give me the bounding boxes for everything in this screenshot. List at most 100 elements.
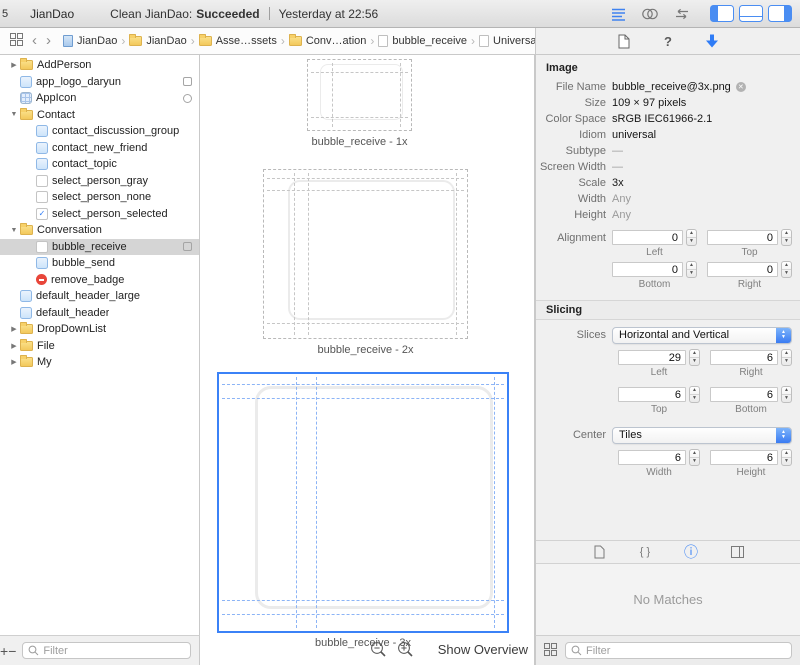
breadcrumb-item-universal-3x[interactable]: Universal 3x [479, 35, 535, 47]
breadcrumb-item-jiandao[interactable]: JianDao [63, 35, 117, 47]
field-row-file-name: File Name bubble_receive@3x.png ✕ [536, 79, 800, 94]
sidebar-item-default_header_large[interactable]: default_header_large [0, 288, 199, 305]
remove-asset-button[interactable]: − [8, 643, 16, 659]
status-time: Yesterday at 22:56 [278, 6, 379, 21]
show-overview-button[interactable]: Show Overview [438, 642, 528, 657]
breadcrumb-item-asse-ssets[interactable]: Asse…ssets [198, 34, 277, 47]
asset-slot-3x-selected[interactable]: bubble_receive - 3x [217, 372, 509, 649]
center-popup[interactable]: Tiles ▲ ▼ [612, 426, 792, 444]
version-editor-icon[interactable] [672, 6, 692, 22]
remove-filename-icon[interactable]: ✕ [735, 81, 746, 92]
library-filter-field[interactable] [565, 642, 792, 659]
add-asset-button[interactable]: + [0, 643, 8, 659]
sidebar-item-Contact[interactable]: ▼ Contact [0, 107, 199, 124]
slice-left-stepper[interactable]: ▲ ▼ [689, 349, 700, 366]
slice-left-cell: 29 ▲ ▼ Left [618, 349, 700, 383]
sidebar-item-AddPerson[interactable]: ▶ AddPerson [0, 57, 199, 74]
alignment-bottom-stepper[interactable]: ▲ ▼ [686, 261, 697, 278]
object-library-icon[interactable] [729, 544, 745, 560]
attributes-inspector-icon[interactable] [704, 33, 720, 49]
toggle-debug-button[interactable] [739, 5, 763, 22]
asset-editor-canvas[interactable]: bubble_receive - 1x bubble_receive - 2x … [200, 55, 535, 665]
sidebar-item-select_person_none[interactable]: select_person_none [0, 189, 199, 206]
library-tab-bar: { } ⓘ [536, 540, 800, 564]
status-result: Succeeded [196, 6, 260, 21]
sidebar-item-bubble_receive[interactable]: bubble_receive [0, 238, 199, 255]
disclosure-expanded-icon[interactable]: ▼ [8, 227, 20, 234]
alignment-top-field[interactable]: 0 [707, 230, 778, 245]
file-template-library-icon[interactable] [591, 544, 607, 560]
sidebar-item-My[interactable]: ▶ My [0, 354, 199, 371]
stepper-down-icon: ▼ [689, 269, 694, 276]
disclosure-collapsed-icon[interactable]: ▶ [8, 325, 20, 333]
sidebar-item-select_person_gray[interactable]: select_person_gray [0, 173, 199, 190]
disclosure-collapsed-icon[interactable]: ▶ [8, 61, 20, 69]
sidebar-item-DropDownList[interactable]: ▶ DropDownList [0, 321, 199, 338]
sidebar-item-remove_badge[interactable]: remove_badge [0, 272, 199, 289]
alignment-right-field[interactable]: 0 [707, 262, 778, 277]
disclosure-collapsed-icon[interactable]: ▶ [8, 358, 20, 366]
field-caption: Right [739, 367, 763, 378]
project-icon [63, 35, 73, 47]
zoom-in-button[interactable] [397, 641, 414, 658]
alignment-bottom-field[interactable]: 0 [612, 262, 683, 277]
quick-help-inspector-icon[interactable]: ? [660, 33, 676, 49]
slices-popup[interactable]: Horizontal and Vertical ▲ ▼ [612, 326, 792, 344]
center-height-stepper[interactable]: ▲ ▼ [781, 449, 792, 466]
assistant-editor-icon[interactable] [640, 6, 660, 22]
sidebar-item-default_header[interactable]: default_header [0, 305, 199, 322]
slice-top-field[interactable]: 6 [618, 387, 686, 402]
slice-top-stepper[interactable]: ▲ ▼ [689, 386, 700, 403]
standard-editor-icon[interactable] [608, 6, 628, 22]
image-asset-icon [36, 257, 48, 270]
breadcrumb-item-bubble_receive[interactable]: bubble_receive [378, 35, 467, 47]
center-width-stepper[interactable]: ▲ ▼ [689, 449, 700, 466]
sidebar-item-AppIcon[interactable]: AppIcon [0, 90, 199, 107]
sidebar-item-bubble_send[interactable]: bubble_send [0, 255, 199, 272]
alignment-left-field[interactable]: 0 [612, 230, 683, 245]
asset-slot-2x[interactable]: bubble_receive - 2x [263, 169, 468, 356]
media-library-icon[interactable]: ⓘ [683, 544, 699, 560]
image-asset-icon [36, 174, 48, 187]
slice-right-field[interactable]: 6 [710, 350, 778, 365]
alignment-left-stepper[interactable]: ▲ ▼ [686, 229, 697, 246]
asset-slot-1x[interactable]: bubble_receive - 1x [307, 59, 412, 148]
toggle-inspector-button[interactable] [768, 5, 792, 22]
file-inspector-icon[interactable] [616, 33, 632, 49]
grid-view-icon[interactable] [10, 33, 23, 49]
disclosure-collapsed-icon[interactable]: ▶ [8, 342, 20, 350]
sidebar-item-label: select_person_selected [52, 207, 168, 220]
slice-left-field[interactable]: 29 [618, 350, 686, 365]
center-width-field[interactable]: 6 [618, 450, 686, 465]
center-height-field[interactable]: 6 [710, 450, 778, 465]
slice-bottom-stepper[interactable]: ▲ ▼ [781, 386, 792, 403]
slice-right-stepper[interactable]: ▲ ▼ [781, 349, 792, 366]
sidebar-filter-input[interactable] [43, 644, 186, 657]
field-caption: Left [646, 247, 663, 258]
sidebar-item-File[interactable]: ▶ File [0, 338, 199, 355]
alignment-right-stepper[interactable]: ▲ ▼ [781, 261, 792, 278]
sidebar-item-Conversation[interactable]: ▼ Conversation [0, 222, 199, 239]
back-button[interactable]: ‹ [32, 33, 37, 48]
breadcrumb-item-conv-ation[interactable]: Conv…ation [288, 34, 366, 47]
field-caption: Left [650, 367, 668, 378]
alignment-top-stepper[interactable]: ▲ ▼ [781, 229, 792, 246]
navigator-bottom-bar: + − [0, 635, 200, 665]
library-filter-input[interactable] [586, 644, 786, 657]
scheme-name[interactable]: JianDao [30, 7, 74, 21]
slice-bottom-field[interactable]: 6 [710, 387, 778, 402]
forward-button[interactable]: › [46, 33, 51, 48]
sidebar-item-contact_new_friend[interactable]: contact_new_friend [0, 140, 199, 157]
disclosure-expanded-icon[interactable]: ▼ [8, 111, 20, 118]
toggle-navigator-button[interactable] [710, 5, 734, 22]
sidebar-filter-field[interactable] [22, 642, 192, 659]
library-grid-view-icon[interactable] [544, 642, 557, 659]
sidebar-item-contact_topic[interactable]: contact_topic [0, 156, 199, 173]
code-snippet-library-icon[interactable]: { } [637, 544, 653, 560]
sidebar-item-contact_discussion_group[interactable]: contact_discussion_group [0, 123, 199, 140]
zoom-out-button[interactable] [370, 641, 387, 658]
alignment-bottom-cell: 0 ▲ ▼ Bottom [612, 261, 697, 290]
sidebar-item-select_person_selected[interactable]: select_person_selected [0, 206, 199, 223]
sidebar-item-app_logo_daryun[interactable]: app_logo_daryun [0, 74, 199, 91]
breadcrumb-item-jiandao[interactable]: JianDao [129, 34, 187, 47]
